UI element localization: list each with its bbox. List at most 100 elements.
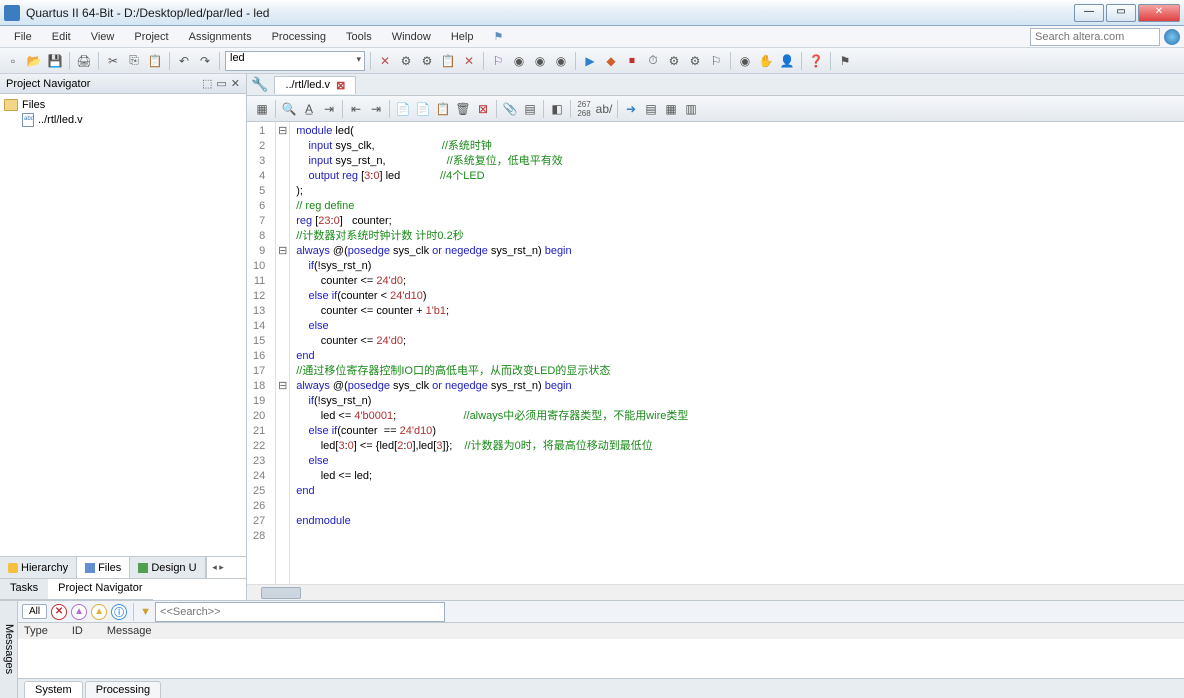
tool-icon[interactable]: ⚙ — [665, 52, 683, 70]
ed-tool-icon[interactable]: ◧ — [548, 100, 566, 118]
cut-icon[interactable]: ✂ — [104, 52, 122, 70]
ed-tool-icon[interactable]: ▦ — [253, 100, 271, 118]
tab-design[interactable]: Design U — [130, 557, 205, 578]
tool-icon[interactable]: ✕ — [376, 52, 394, 70]
menu-edit[interactable]: Edit — [42, 29, 81, 45]
ed-tool-icon[interactable]: 📎 — [501, 100, 519, 118]
error-filter-icon[interactable]: ✕ — [51, 604, 67, 620]
msg-tab-processing[interactable]: Processing — [85, 681, 161, 698]
device-icon[interactable]: 🔧 — [251, 76, 268, 93]
copy-icon[interactable]: ⎘ — [125, 52, 143, 70]
tool-icon[interactable]: ⚙ — [686, 52, 704, 70]
menu-help[interactable]: Help — [441, 29, 484, 45]
extra-menu-icon[interactable]: ⚑ — [483, 28, 513, 45]
tree-file[interactable]: ../rtl/led.v — [4, 112, 242, 128]
print-icon[interactable]: 🖨 — [75, 52, 93, 70]
ed-tool-icon[interactable]: ➜ — [622, 100, 640, 118]
messages-side-label[interactable]: Messages — [0, 601, 18, 698]
tab-files[interactable]: Files — [77, 557, 130, 578]
ed-tool-icon[interactable]: ab/ — [595, 100, 613, 118]
ed-tool-icon[interactable]: ▤ — [521, 100, 539, 118]
tool-icon[interactable]: ✕ — [460, 52, 478, 70]
menu-file[interactable]: File — [4, 29, 42, 45]
tool-icon[interactable]: ⚑ — [836, 52, 854, 70]
ed-tool-icon[interactable]: 📄 — [414, 100, 432, 118]
file-tree[interactable]: Files ../rtl/led.v — [0, 94, 246, 556]
code-content[interactable]: module led( input sys_clk, //系统时钟 input … — [290, 122, 694, 584]
menu-assignments[interactable]: Assignments — [179, 29, 262, 45]
ed-tool-icon[interactable]: ▤ — [642, 100, 660, 118]
editor-tab[interactable]: ../rtl/led.v ⊠ — [274, 76, 356, 94]
code-editor[interactable]: 1234567891011121314151617181920212223242… — [247, 122, 1184, 584]
undo-icon[interactable]: ↶ — [175, 52, 193, 70]
menu-project[interactable]: Project — [124, 29, 178, 45]
filter-icon[interactable]: ▼ — [140, 606, 151, 618]
ed-tool-icon[interactable]: ⇥ — [320, 100, 338, 118]
warning-filter-icon[interactable]: ▲ — [91, 604, 107, 620]
close-tab-icon[interactable]: ⊠ — [336, 79, 345, 92]
redo-icon[interactable]: ↷ — [196, 52, 214, 70]
horizontal-scrollbar[interactable] — [247, 584, 1184, 600]
critical-filter-icon[interactable]: ▲ — [71, 604, 87, 620]
tool-icon[interactable]: ◆ — [602, 52, 620, 70]
tool-icon[interactable]: ✋ — [757, 52, 775, 70]
tree-root[interactable]: Files — [4, 98, 242, 112]
message-list[interactable] — [18, 639, 1184, 678]
minimize-button[interactable]: — — [1074, 4, 1104, 22]
menu-window[interactable]: Window — [382, 29, 441, 45]
pin-icon[interactable]: ⬚ — [202, 77, 212, 90]
scrollbar-thumb[interactable] — [261, 587, 301, 599]
ed-tool-icon[interactable]: ▦ — [662, 100, 680, 118]
ed-tool-icon[interactable]: 📄 — [394, 100, 412, 118]
ed-tool-icon[interactable]: ⊠ — [474, 100, 492, 118]
help-icon[interactable]: ❓ — [807, 52, 825, 70]
tool-icon[interactable]: ⏱ — [644, 52, 662, 70]
tool-icon[interactable]: ◉ — [552, 52, 570, 70]
close-panel-icon[interactable]: ✕ — [231, 77, 240, 90]
main-toolbar: ▫ 📂 💾 🖨 ✂ ⎘ 📋 ↶ ↷ led ✕ ⚙ ⚙ 📋 ✕ ⚐ ◉ ◉ ◉ … — [0, 48, 1184, 74]
indent-icon[interactable]: ⇥ — [367, 100, 385, 118]
new-icon[interactable]: ▫ — [4, 52, 22, 70]
open-icon[interactable]: 📂 — [25, 52, 43, 70]
panel-title: Project Navigator — [6, 78, 90, 90]
nav-tab-scroll[interactable]: ◂ ▸ — [206, 557, 230, 578]
paste-icon[interactable]: 📋 — [146, 52, 164, 70]
left-tab-navigator[interactable]: Project Navigator — [48, 579, 152, 600]
tool-icon[interactable]: 👤 — [778, 52, 796, 70]
ed-tool-icon[interactable]: 📋 — [434, 100, 452, 118]
msg-filter-all[interactable]: All — [22, 604, 47, 619]
ed-tool-icon[interactable]: ▥ — [682, 100, 700, 118]
msg-tab-system[interactable]: System — [24, 681, 83, 698]
tool-icon[interactable]: 📋 — [439, 52, 457, 70]
tool-icon[interactable]: ⚙ — [397, 52, 415, 70]
left-tab-tasks[interactable]: Tasks — [0, 579, 48, 600]
dock-icon[interactable]: ▭ — [216, 77, 226, 90]
fold-gutter[interactable]: ⊟ ⊟ ⊟ — [276, 122, 290, 584]
menu-view[interactable]: View — [81, 29, 125, 45]
search-input[interactable] — [1030, 28, 1160, 46]
tool-icon[interactable]: ⚙ — [418, 52, 436, 70]
tool-icon[interactable]: ⚐ — [489, 52, 507, 70]
tab-hierarchy[interactable]: Hierarchy — [0, 557, 77, 578]
stop-icon[interactable]: ⏹ — [623, 52, 641, 70]
tool-icon[interactable]: ◉ — [531, 52, 549, 70]
maximize-button[interactable]: ▭ — [1106, 4, 1136, 22]
find-icon[interactable]: 🔍 — [280, 100, 298, 118]
project-combo[interactable]: led — [225, 51, 365, 71]
files-icon — [85, 563, 95, 573]
play-icon[interactable]: ▶ — [581, 52, 599, 70]
menu-tools[interactable]: Tools — [336, 29, 382, 45]
tool-icon[interactable]: ◉ — [736, 52, 754, 70]
tool-icon[interactable]: ◉ — [510, 52, 528, 70]
outdent-icon[interactable]: ⇤ — [347, 100, 365, 118]
menu-processing[interactable]: Processing — [262, 29, 336, 45]
ed-tool-icon[interactable]: A̲ — [300, 100, 318, 118]
tool-icon[interactable]: ⚐ — [707, 52, 725, 70]
line-number-icon[interactable]: 267268 — [575, 100, 593, 118]
save-icon[interactable]: 💾 — [46, 52, 64, 70]
info-filter-icon[interactable]: ⓘ — [111, 604, 127, 620]
globe-icon[interactable] — [1164, 29, 1180, 45]
message-search-input[interactable] — [155, 602, 445, 622]
close-button[interactable]: ✕ — [1138, 4, 1180, 22]
ed-tool-icon[interactable]: 🗑 — [454, 100, 472, 118]
